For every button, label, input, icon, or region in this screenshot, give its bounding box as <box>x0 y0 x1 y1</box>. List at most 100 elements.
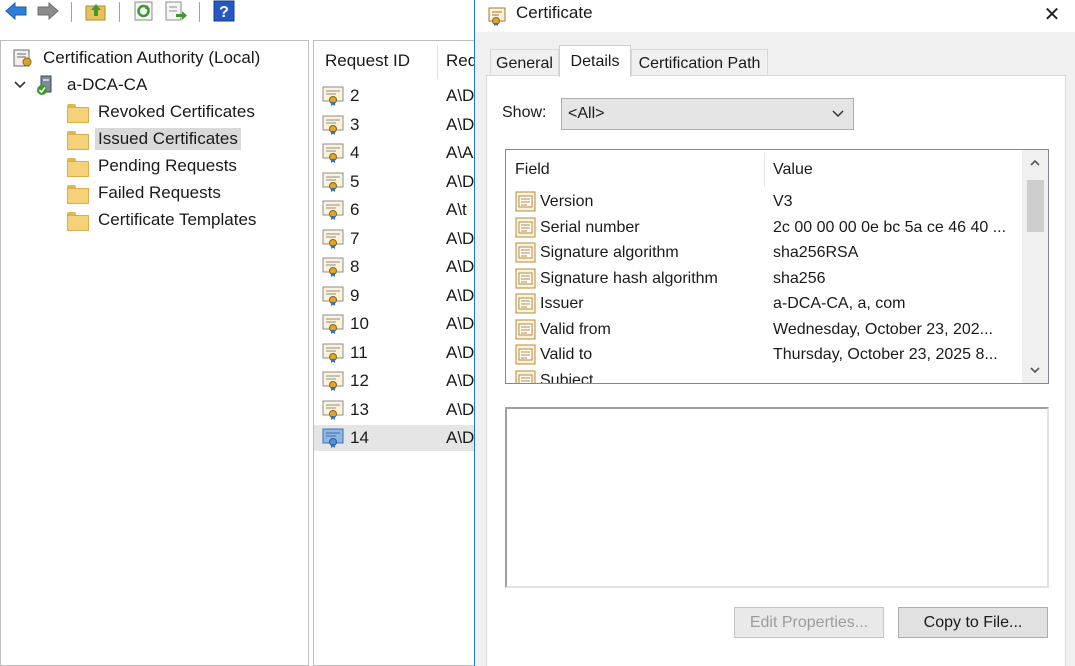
tree-folder-revoked-certificates[interactable]: Revoked Certificates <box>67 100 258 124</box>
table-row[interactable]: 2 A\D <box>314 83 476 109</box>
column-header-request-id[interactable]: Request ID <box>325 51 410 71</box>
request-id-cell: 5 <box>350 171 360 191</box>
requester-cell: A\D <box>446 314 475 333</box>
help-icon: ? <box>213 0 235 22</box>
folder-icon <box>67 157 89 177</box>
table-row[interactable]: 12 A\D <box>314 368 476 394</box>
tab-label: Details <box>570 52 620 70</box>
tree-root-label: Certification Authority (Local) <box>43 48 261 67</box>
requester-cell: A\D <box>446 399 475 419</box>
export-list-button[interactable] <box>163 0 189 22</box>
tree-folder-failed-requests[interactable]: Failed Requests <box>67 181 224 205</box>
help-button[interactable]: ? <box>211 0 237 22</box>
issued-certificates-list: Request ID Req 2 A\D 3 A\D 4 A\A 5 A\D 6 A\t 7 A\D 8… <box>313 40 476 666</box>
field-value-list[interactable]: Field Value Version V3 Serial number 2c 00 … <box>505 149 1049 384</box>
requester-cell: A\D <box>446 428 475 447</box>
column-separator[interactable] <box>437 45 438 79</box>
table-row[interactable]: 9 A\D <box>314 283 476 309</box>
field-detail-textbox[interactable] <box>505 407 1049 588</box>
folder-icon <box>67 130 89 150</box>
show-dropdown[interactable]: <All> <box>561 98 854 130</box>
toolbar: ? <box>0 0 476 26</box>
field-icon <box>515 268 536 288</box>
edit-properties-button[interactable]: Edit Properties... <box>734 607 884 638</box>
request-id-cell: 4 <box>350 143 360 162</box>
chevron-down-icon[interactable] <box>12 77 28 93</box>
up-one-level-button[interactable] <box>83 0 109 22</box>
list-item[interactable]: Valid from Wednesday, October 23, 202... <box>506 318 1022 343</box>
requester-cell: A\D <box>446 114 475 134</box>
field-icon <box>515 370 536 383</box>
tree-folder-issued-certificates[interactable]: Issued Certificates <box>67 127 241 151</box>
folder-icon <box>67 103 89 123</box>
tree-root-certification-authority[interactable]: Certification Authority (Local) <box>12 46 263 70</box>
table-row[interactable]: 11 A\D <box>314 340 476 366</box>
table-row[interactable]: 7 A\D <box>314 226 476 252</box>
requester-cell: A\D <box>446 171 475 191</box>
refresh-icon <box>134 1 153 21</box>
list-item[interactable]: Subject <box>506 369 1022 383</box>
table-row[interactable]: 4 A\A <box>314 140 476 166</box>
list-item[interactable]: Issuer a-DCA-CA, a, com <box>506 292 1022 317</box>
back-arrow-icon <box>5 1 27 21</box>
scroll-up-button[interactable] <box>1022 150 1048 176</box>
table-row[interactable]: 5 A\D <box>314 169 476 195</box>
scroll-down-button[interactable] <box>1022 357 1048 383</box>
certificate-icon <box>322 343 344 363</box>
tree-folder-pending-requests[interactable]: Pending Requests <box>67 154 240 178</box>
request-id-cell: 3 <box>350 114 360 134</box>
tree-folder-label: Issued Certificates <box>95 128 241 150</box>
list-item[interactable]: Serial number 2c 00 00 00 0e bc 5a ce 46 … <box>506 216 1022 241</box>
tree-node-ca[interactable]: a-DCA-CA <box>12 73 150 97</box>
tab-details[interactable]: Details <box>559 45 631 77</box>
scrollbar-thumb[interactable] <box>1027 180 1044 232</box>
dialog-title: Certificate <box>516 3 593 22</box>
request-id-cell: 6 <box>350 200 360 219</box>
field-icon <box>515 344 536 365</box>
svg-text:?: ? <box>219 4 229 21</box>
button-label: Edit Properties... <box>749 613 869 631</box>
field-icon <box>515 242 536 263</box>
back-button[interactable] <box>2 0 30 22</box>
tree-folder-certificate-templates[interactable]: Certificate Templates <box>67 208 259 232</box>
request-id-cell: 9 <box>350 285 360 305</box>
tree-folder-label: Pending Requests <box>98 156 237 175</box>
table-row[interactable]: 3 A\D <box>314 112 476 138</box>
list-item[interactable]: Signature hash algorithm sha256 <box>506 267 1022 292</box>
certificate-icon <box>322 428 344 448</box>
close-icon: ✕ <box>1043 3 1061 26</box>
table-row[interactable]: 13 A\D <box>314 397 476 423</box>
copy-to-file-button[interactable]: Copy to File... <box>898 607 1048 638</box>
forward-button[interactable] <box>34 0 62 22</box>
tree-folder-label: Revoked Certificates <box>98 102 255 121</box>
certificate-icon <box>322 400 344 420</box>
vertical-scrollbar[interactable] <box>1022 150 1048 383</box>
column-header-requester[interactable]: Req <box>446 51 476 71</box>
column-header-field[interactable]: Field <box>515 161 550 179</box>
console-tree: Certification Authority (Local) a-DCA-CA… <box>0 40 309 666</box>
table-row[interactable]: 6 A\t <box>314 197 476 223</box>
requester-cell: A\t <box>446 200 467 219</box>
certificate-icon <box>322 314 344 334</box>
requester-cell: A\D <box>446 342 475 362</box>
list-item[interactable]: Signature algorithm sha256RSA <box>506 241 1022 266</box>
column-header-value[interactable]: Value <box>773 161 813 179</box>
table-row[interactable]: 10 A\D <box>314 311 476 337</box>
forward-arrow-icon <box>37 1 59 21</box>
dialog-titlebar[interactable]: Certificate ✕ <box>475 0 1075 32</box>
certificate-icon <box>322 172 344 192</box>
tab-general[interactable]: General <box>490 49 559 77</box>
tab-certification-path[interactable]: Certification Path <box>631 49 768 77</box>
field-name: Issuer <box>540 295 584 312</box>
refresh-button[interactable] <box>131 0 157 22</box>
table-row[interactable]: 8 A\D <box>314 254 476 280</box>
field-icon <box>515 319 536 339</box>
chevron-down-icon <box>832 110 844 118</box>
certificate-icon <box>488 7 506 26</box>
certificate-icon <box>322 371 344 391</box>
column-separator[interactable] <box>764 153 765 187</box>
table-row[interactable]: 14 A\D <box>314 425 476 451</box>
list-item[interactable]: Version V3 <box>506 190 1022 215</box>
close-button[interactable]: ✕ <box>1029 0 1075 28</box>
list-item[interactable]: Valid to Thursday, October 23, 2025 8... <box>506 343 1022 368</box>
